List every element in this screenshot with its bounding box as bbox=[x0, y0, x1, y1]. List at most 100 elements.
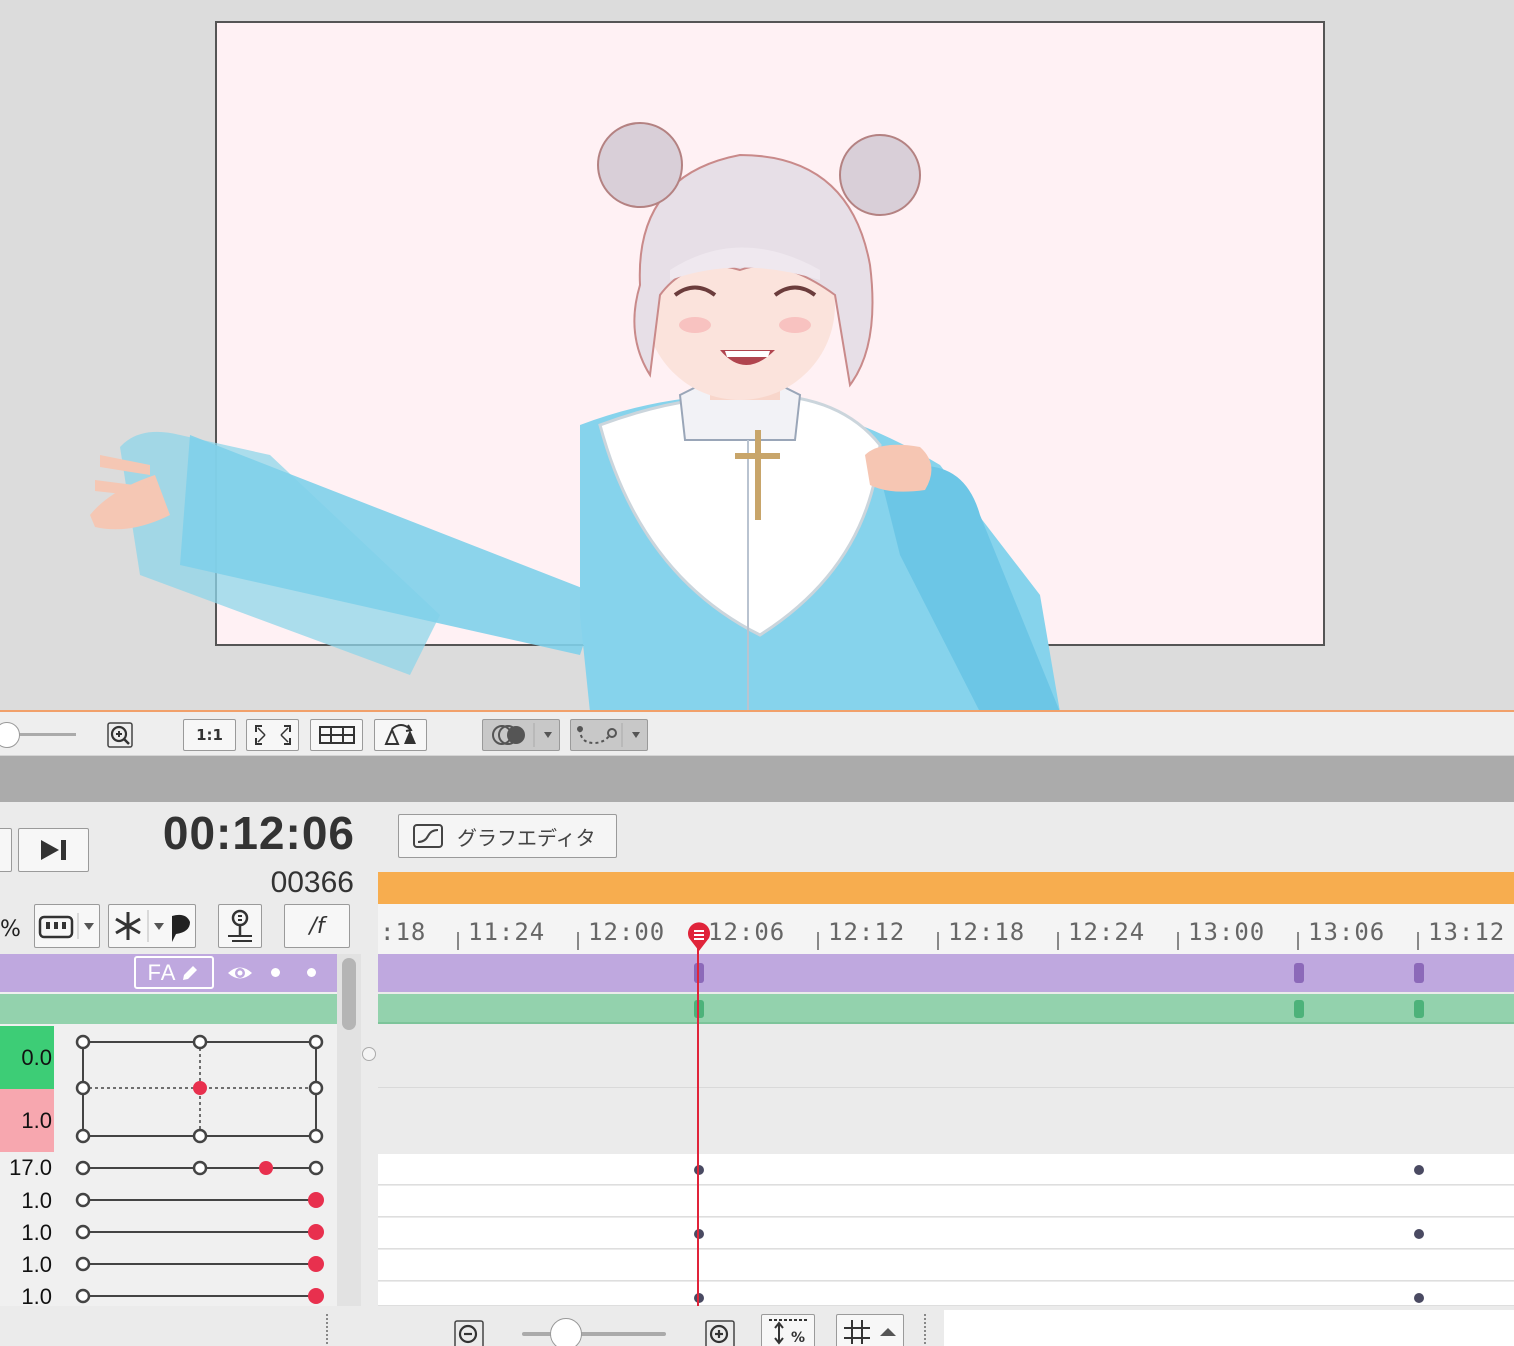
group-track[interactable] bbox=[378, 994, 1514, 1024]
ruler-tick bbox=[1177, 932, 1179, 950]
ruler-tick bbox=[817, 932, 819, 950]
param-slider[interactable] bbox=[70, 1156, 330, 1180]
ruler-tick bbox=[937, 932, 939, 950]
param-slider[interactable] bbox=[70, 1284, 330, 1306]
view-zoom-slider-thumb[interactable] bbox=[0, 722, 20, 748]
view-toolbar: 1:1 bbox=[0, 712, 1514, 756]
actual-size-label: 1:1 bbox=[196, 726, 223, 744]
parameter-track[interactable] bbox=[378, 1250, 1514, 1281]
keyframe-marker[interactable] bbox=[1414, 1000, 1424, 1018]
ruler-tick-label: 12:00 bbox=[588, 918, 666, 946]
param-value[interactable]: 1.0 bbox=[0, 1220, 54, 1246]
ruler-tick-label: 12:24 bbox=[1068, 918, 1146, 946]
ruler-tick bbox=[1417, 932, 1419, 950]
keyframe-dot[interactable] bbox=[1414, 1165, 1424, 1175]
ruler-tick-label: 11:24 bbox=[468, 918, 546, 946]
step-forward-icon bbox=[40, 840, 66, 860]
zoom-in-icon[interactable] bbox=[104, 719, 136, 751]
keyframe-marker[interactable] bbox=[694, 1000, 704, 1018]
parameter-track[interactable] bbox=[378, 1186, 1514, 1217]
playhead-handle[interactable] bbox=[686, 922, 712, 952]
param-slider[interactable] bbox=[70, 1220, 330, 1244]
per-frame-button[interactable]: /f bbox=[284, 904, 350, 948]
fit-screen-icon[interactable] bbox=[246, 719, 299, 751]
keyframe-marker[interactable] bbox=[1294, 963, 1304, 983]
timeline-zoom-thumb[interactable] bbox=[550, 1318, 582, 1346]
lock-dot-icon[interactable] bbox=[271, 968, 280, 977]
onion-skin-icon[interactable] bbox=[482, 719, 560, 751]
panel-divider[interactable] bbox=[0, 756, 1514, 802]
group-row[interactable] bbox=[0, 994, 337, 1024]
pin-marker-button[interactable] bbox=[218, 904, 262, 948]
keyframe-dot[interactable] bbox=[1414, 1293, 1424, 1303]
layer-track[interactable] bbox=[378, 954, 1514, 992]
timeline-status-area bbox=[944, 1310, 1514, 1346]
ruler-tick-label: :18 bbox=[380, 918, 427, 946]
fit-value-button[interactable]: % bbox=[761, 1314, 815, 1346]
parameter-track[interactable] bbox=[378, 1089, 1514, 1151]
toolbar-divider bbox=[326, 1314, 328, 1344]
work-area-bar[interactable] bbox=[378, 872, 1514, 904]
parameter-track[interactable] bbox=[378, 1154, 1514, 1185]
grid-snap-icon bbox=[844, 1320, 896, 1344]
ruler-tick-label: 13:06 bbox=[1308, 918, 1386, 946]
ruler-tick-label: 13:00 bbox=[1188, 918, 1266, 946]
interpolation-dropdown[interactable] bbox=[108, 904, 196, 948]
svg-text:%: % bbox=[791, 1330, 805, 1346]
percent-label: % bbox=[0, 917, 21, 942]
timecode-display[interactable]: 00:12:06 bbox=[150, 806, 355, 864]
keyframe-dot[interactable] bbox=[694, 1165, 704, 1175]
solo-dot-icon[interactable] bbox=[307, 968, 316, 977]
graph-curve-icon bbox=[413, 824, 443, 848]
snowflake-icon bbox=[115, 910, 190, 942]
position-x-value[interactable]: 0.0 bbox=[0, 1026, 54, 1089]
param-slider[interactable] bbox=[70, 1252, 330, 1276]
actual-size-button[interactable]: 1:1 bbox=[183, 719, 236, 751]
param-slider[interactable] bbox=[70, 1188, 330, 1212]
zoom-in-icon[interactable] bbox=[705, 1320, 735, 1346]
ruler-tick bbox=[457, 932, 459, 950]
position-y-label: 1.0 bbox=[21, 1107, 52, 1133]
playhead-line bbox=[697, 944, 699, 1306]
position-y-value[interactable]: 1.0 bbox=[0, 1089, 54, 1152]
pencil-icon bbox=[183, 965, 198, 980]
fa-label: FA bbox=[147, 959, 177, 985]
keyframe-marker[interactable] bbox=[1294, 1000, 1304, 1018]
character-illustration[interactable] bbox=[80, 95, 1080, 712]
scrollbar-thumb[interactable] bbox=[342, 958, 356, 1030]
zoom-out-icon[interactable] bbox=[454, 1320, 484, 1346]
fa-edit-badge[interactable]: FA bbox=[134, 956, 214, 989]
keyframe-marker[interactable] bbox=[1414, 963, 1424, 983]
graph-editor-button[interactable]: グラフエディタ bbox=[398, 814, 617, 858]
time-ruler[interactable]: :18 11:24 12:00 12:06 12:12 12:18 12:24 … bbox=[378, 904, 1514, 954]
param-value[interactable]: 1.0 bbox=[0, 1252, 54, 1278]
play-button-partial[interactable] bbox=[0, 828, 12, 872]
grid-snap-button[interactable] bbox=[836, 1314, 904, 1346]
keyframe-marker[interactable] bbox=[694, 963, 704, 983]
ruler-tick bbox=[1297, 932, 1299, 950]
grid-icon[interactable] bbox=[310, 719, 363, 751]
step-forward-button[interactable] bbox=[18, 828, 89, 872]
param-value[interactable]: 17.0 bbox=[0, 1155, 54, 1181]
ruler-tick-label: 13:12 bbox=[1428, 918, 1506, 946]
ruler-tick bbox=[1057, 932, 1059, 950]
param-value[interactable]: 1.0 bbox=[0, 1188, 54, 1214]
parameter-track[interactable] bbox=[378, 1026, 1514, 1088]
timeline-zoom-track[interactable] bbox=[522, 1332, 666, 1336]
position-pad[interactable] bbox=[70, 1030, 330, 1150]
position-x-label: 0.0 bbox=[21, 1044, 52, 1070]
rotate-icon[interactable] bbox=[374, 719, 427, 751]
track-handle[interactable] bbox=[362, 1047, 376, 1061]
keyframe-dot[interactable] bbox=[694, 1229, 704, 1239]
keyframe-dot[interactable] bbox=[1414, 1229, 1424, 1239]
keyframe-dot[interactable] bbox=[694, 1293, 704, 1303]
motion-path-icon[interactable] bbox=[570, 719, 648, 751]
ruler-tick-label: 12:12 bbox=[828, 918, 906, 946]
parameter-track[interactable] bbox=[378, 1282, 1514, 1306]
ruler-tick-label: 12:18 bbox=[948, 918, 1026, 946]
frame-number-display[interactable]: 00366 bbox=[240, 866, 354, 900]
keyframe-mode-icon bbox=[38, 913, 94, 939]
layer-mode-dropdown[interactable] bbox=[34, 904, 100, 948]
eye-icon[interactable] bbox=[226, 962, 254, 984]
parameter-track[interactable] bbox=[378, 1218, 1514, 1249]
